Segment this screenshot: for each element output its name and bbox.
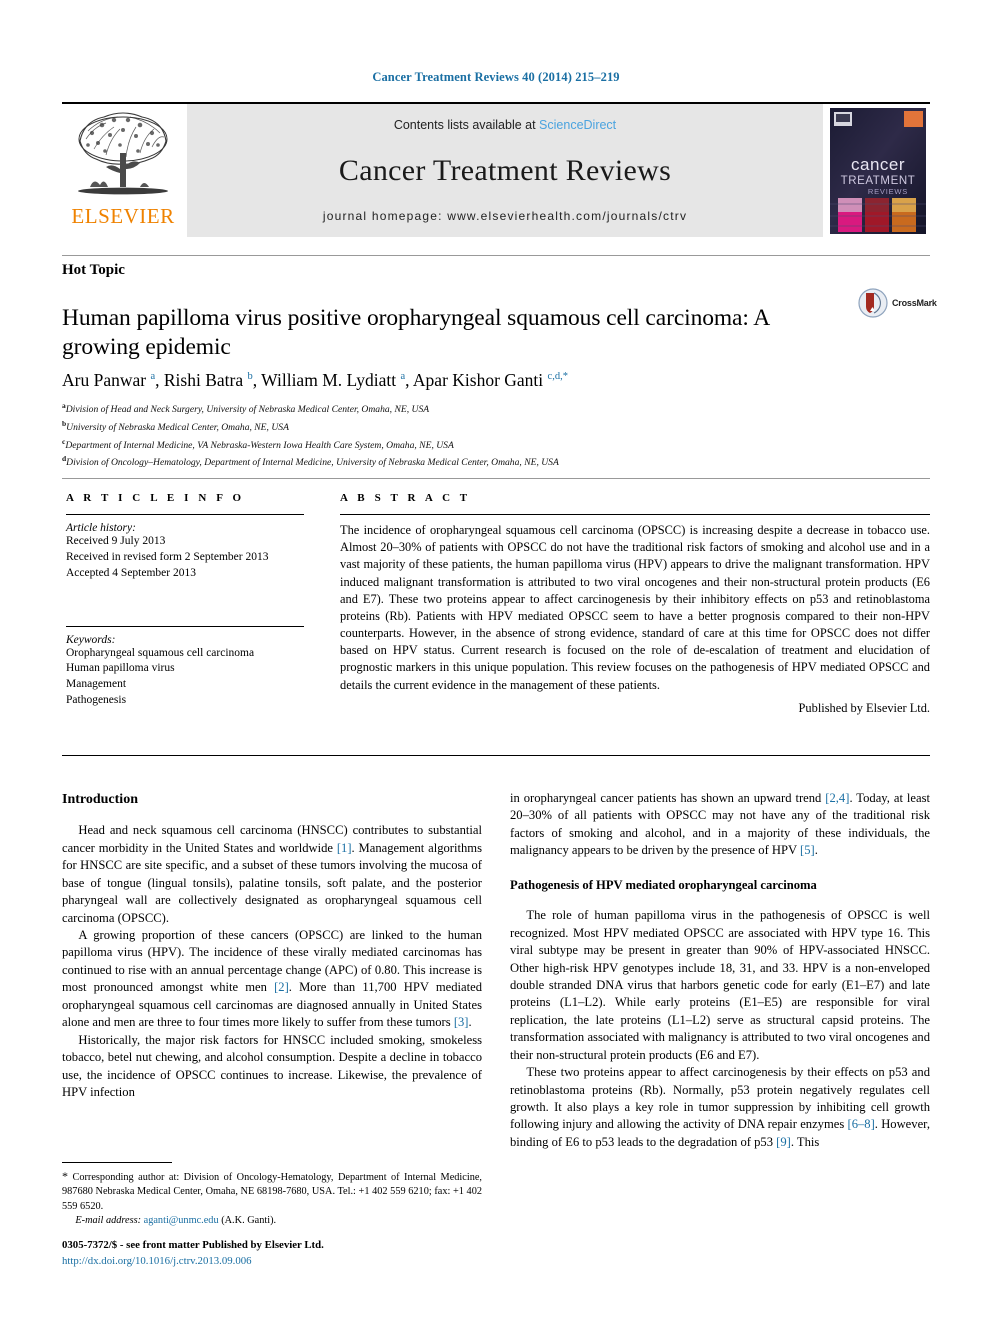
svg-text:TREATMENT: TREATMENT xyxy=(841,175,916,187)
footnote-divider xyxy=(62,1162,172,1163)
intro-paragraph-2: A growing proportion of these cancers (O… xyxy=(62,928,483,1030)
running-head: Cancer Treatment Reviews 40 (2014) 215–2… xyxy=(372,70,620,84)
journal-masthead: ELSEVIER Contents lists available at Sci… xyxy=(62,102,930,237)
keyword-item: Oropharyngeal squamous cell carcinoma xyxy=(66,646,255,659)
info-block-bottom-divider xyxy=(62,755,930,756)
email-link[interactable]: aganti@unmc.edu xyxy=(144,1215,219,1226)
article-section-label: Hot Topic xyxy=(62,262,125,278)
corresponding-author-text: * Corresponding author at: Division of O… xyxy=(62,1169,482,1212)
crossmark-icon xyxy=(858,288,888,318)
crossmark-badge[interactable]: CrossMark xyxy=(858,286,938,320)
article-history-item: Received 9 July 2013 xyxy=(66,535,166,547)
svg-text:REVIEWS: REVIEWS xyxy=(868,187,908,196)
corresponding-author-footnote: * Corresponding author at: Division of O… xyxy=(62,1162,482,1229)
copyright-block: 0305-7372/$ - see front matter Published… xyxy=(62,1238,562,1269)
affiliation-marker: d xyxy=(62,454,67,464)
affiliation-item: bUniversity of Nebraska Medical Center, … xyxy=(62,418,289,433)
svg-text:cancer: cancer xyxy=(851,155,905,174)
affiliation-list: aDivision of Head and Neck Surgery, Univ… xyxy=(62,400,862,471)
article-info-heading: A R T I C L E I N F O xyxy=(66,492,245,504)
abstract-column: A B S T R A C T The incidence of orophar… xyxy=(340,492,930,716)
crossmark-label: CrossMark xyxy=(892,298,937,308)
contents-prefix: Contents lists available at xyxy=(393,118,540,132)
sciencedirect-link[interactable]: ScienceDirect xyxy=(539,118,616,132)
keywords-group: Keywords: Oropharyngeal squamous cell ca… xyxy=(66,625,304,709)
email-line: E-mail address: aganti@unmc.edu (A.K. Ga… xyxy=(62,1214,482,1228)
keyword-item: Management xyxy=(66,678,127,691)
abstract-text: The incidence of oropharyngeal squamous … xyxy=(340,523,930,692)
elsevier-tree-icon xyxy=(78,112,168,195)
journal-title: Cancer Treatment Reviews xyxy=(338,153,672,187)
email-suffix: (A.K. Ganti). xyxy=(221,1215,277,1227)
article-info-rule xyxy=(66,514,304,515)
pathogenesis-paragraph-1: The role of human papilloma virus in the… xyxy=(510,908,930,1062)
keyword-item: Pathogenesis xyxy=(66,694,127,707)
keywords-rule xyxy=(66,625,304,627)
body-column-right: in oropharyngeal cancer patients has sho… xyxy=(510,790,930,1151)
affiliation-marker: b xyxy=(62,418,67,428)
article-history-item: Accepted 4 September 2013 xyxy=(66,566,196,579)
info-block-top-divider xyxy=(62,478,930,479)
pathogenesis-heading: Pathogenesis of HPV mediated oropharynge… xyxy=(510,877,817,892)
journal-cover-thumbnail-icon: cancer TREATMENT REVIEWS xyxy=(830,107,926,234)
body-column-left: Introduction Head and neck squamous cell… xyxy=(62,790,482,1101)
article-history-list: Received 9 July 2013 Received in revised… xyxy=(66,534,304,582)
article-page: Cancer Treatment Reviews 40 (2014) 215–2… xyxy=(0,0,992,1323)
keyword-item: Human papilloma virus xyxy=(66,662,175,675)
abstract-published-by: Published by Elsevier Ltd. xyxy=(798,700,930,715)
author-list: Aru Panwar a, Rishi Batra b, William M. … xyxy=(62,370,568,390)
elsevier-wordmark: ELSEVIER xyxy=(71,204,175,228)
article-info-column: A R T I C L E I N F O Article history: R… xyxy=(66,492,304,709)
affiliation-marker: c xyxy=(62,436,66,446)
affiliation-item: cDepartment of Internal Medicine, VA Neb… xyxy=(62,436,454,451)
page-title: Human papilloma virus positive oropharyn… xyxy=(62,304,769,360)
contents-available-line: Contents lists available at ScienceDirec… xyxy=(394,118,616,132)
introduction-heading: Introduction xyxy=(62,792,138,807)
affiliation-item: aDivision of Head and Neck Surgery, Univ… xyxy=(62,401,430,416)
article-history-item: Received in revised form 2 September 201… xyxy=(66,550,269,563)
right-paragraph-1: in oropharyngeal cancer patients has sho… xyxy=(510,791,930,858)
journal-cover: cancer TREATMENT REVIEWS xyxy=(826,104,930,237)
elsevier-logo: ELSEVIER xyxy=(62,104,184,237)
intro-paragraph-1: Head and neck squamous cell carcinoma (H… xyxy=(62,823,482,925)
keywords-heading: Keywords: xyxy=(66,633,116,646)
affiliation-marker: a xyxy=(62,401,66,410)
article-history-heading: Article history: xyxy=(66,522,136,534)
article-head-divider xyxy=(62,255,930,256)
journal-banner: Contents lists available at ScienceDirec… xyxy=(187,104,823,237)
intro-paragraph-3: Historically, the major risk factors for… xyxy=(62,1032,482,1099)
journal-homepage-link[interactable]: journal homepage: www.elsevierhealth.com… xyxy=(323,209,687,223)
doi-link[interactable]: http://dx.doi.org/10.1016/j.ctrv.2013.09… xyxy=(62,1254,562,1270)
pathogenesis-paragraph-2: These two proteins appear to affect carc… xyxy=(510,1065,930,1149)
affiliation-item: dDivision of Oncology–Hematology, Depart… xyxy=(62,454,559,469)
abstract-rule xyxy=(340,514,930,515)
email-label: E-mail address: xyxy=(75,1215,142,1227)
abstract-heading: A B S T R A C T xyxy=(340,492,471,504)
issn-line: 0305-7372/$ - see front matter Published… xyxy=(62,1239,324,1251)
